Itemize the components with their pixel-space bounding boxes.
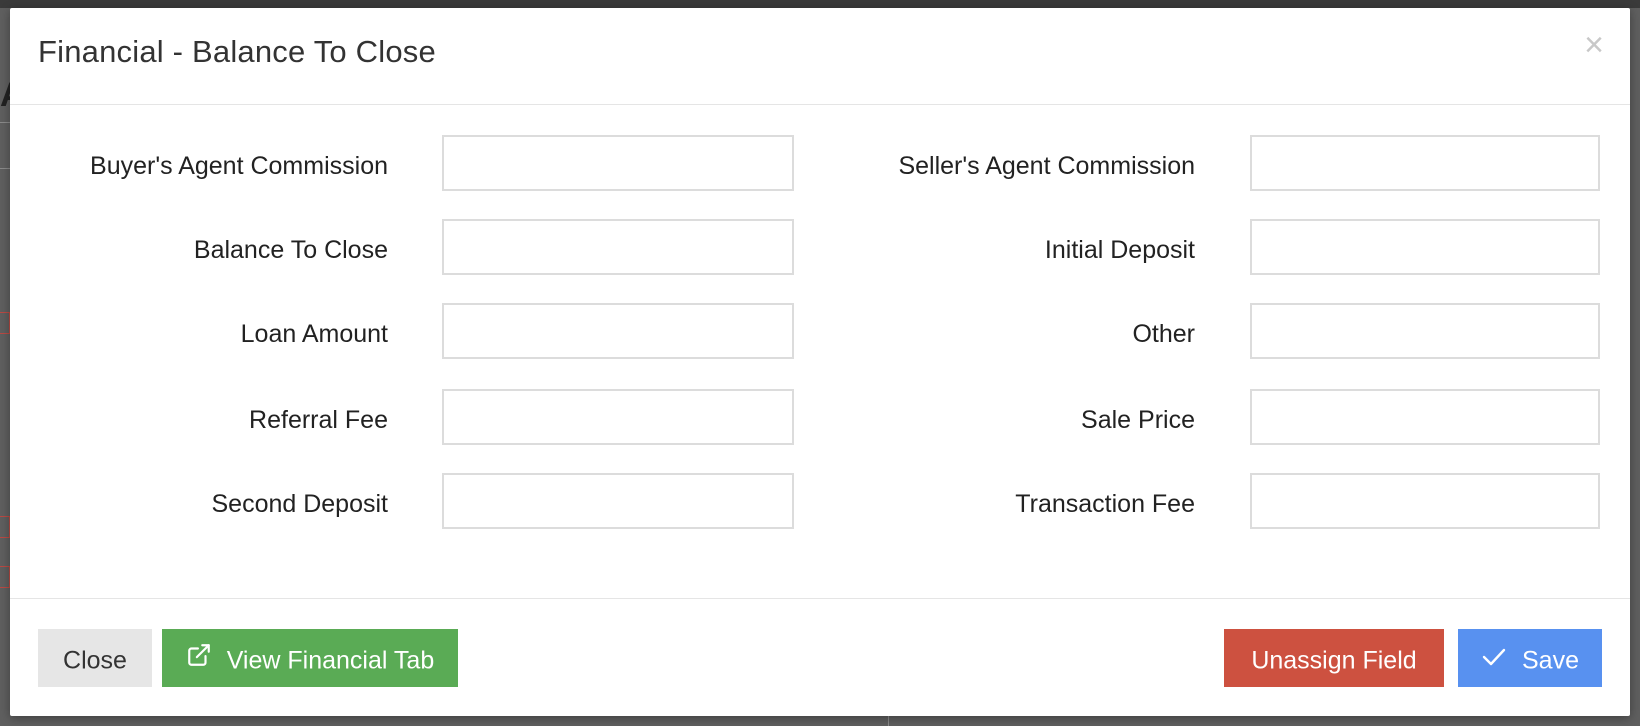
- field-transaction-fee: Transaction Fee: [818, 473, 1600, 535]
- modal-footer: Close View Financial Tab Unassign Field …: [10, 598, 1630, 717]
- field-sale-price: Sale Price: [818, 389, 1600, 451]
- unassign-field-button[interactable]: Unassign Field: [1224, 629, 1444, 687]
- field-label: Seller's Agent Commission: [898, 152, 1195, 180]
- save-button-label: Save: [1521, 646, 1579, 675]
- field-buyers-agent-commission: Buyer's Agent Commission: [10, 135, 794, 197]
- field-label: Initial Deposit: [1044, 236, 1195, 264]
- second-deposit-input[interactable]: [442, 473, 794, 529]
- close-button-label: Close: [63, 646, 127, 675]
- field-label: Second Deposit: [211, 490, 388, 518]
- view-financial-tab-label: View Financial Tab: [226, 646, 435, 675]
- background-top-bar: [0, 0, 1640, 8]
- field-balance-to-close: Balance To Close: [10, 219, 794, 281]
- field-label: Other: [1132, 320, 1195, 348]
- field-label: Buyer's Agent Commission: [90, 152, 388, 180]
- financial-modal: Financial - Balance To Close × Buyer's A…: [10, 8, 1630, 716]
- transaction-fee-input[interactable]: [1250, 473, 1600, 529]
- field-loan-amount: Loan Amount: [10, 303, 794, 365]
- background-field-marker: [0, 312, 10, 334]
- field-label: Transaction Fee: [1015, 490, 1195, 518]
- background-divider: [0, 168, 10, 169]
- balance-to-close-input[interactable]: [442, 219, 794, 275]
- save-button[interactable]: Save: [1458, 629, 1602, 687]
- close-button[interactable]: Close: [38, 629, 152, 687]
- background-divider: [888, 716, 889, 726]
- background-field-marker: [0, 516, 10, 538]
- modal-header: Financial - Balance To Close ×: [10, 8, 1630, 105]
- sellers-agent-commission-input[interactable]: [1250, 135, 1600, 191]
- field-label: Referral Fee: [249, 406, 388, 434]
- field-sellers-agent-commission: Seller's Agent Commission: [818, 135, 1600, 197]
- modal-title: Financial - Balance To Close: [38, 34, 436, 69]
- field-second-deposit: Second Deposit: [10, 473, 794, 535]
- buyers-agent-commission-input[interactable]: [442, 135, 794, 191]
- loan-amount-input[interactable]: [442, 303, 794, 359]
- field-initial-deposit: Initial Deposit: [818, 219, 1600, 281]
- field-label: Loan Amount: [240, 320, 388, 348]
- external-link-icon: [186, 631, 212, 689]
- other-input[interactable]: [1250, 303, 1600, 359]
- background-divider: [0, 122, 10, 123]
- sale-price-input[interactable]: [1250, 389, 1600, 445]
- referral-fee-input[interactable]: [442, 389, 794, 445]
- unassign-field-label: Unassign Field: [1251, 646, 1417, 675]
- close-icon[interactable]: ×: [1584, 28, 1604, 62]
- field-label: Sale Price: [1081, 406, 1195, 434]
- modal-body: Buyer's Agent Commission Balance To Clos…: [10, 105, 1630, 595]
- field-label: Balance To Close: [193, 236, 388, 264]
- check-icon: [1481, 631, 1507, 689]
- background-field-marker: [0, 566, 10, 588]
- field-other: Other: [818, 303, 1600, 365]
- initial-deposit-input[interactable]: [1250, 219, 1600, 275]
- field-referral-fee: Referral Fee: [10, 389, 794, 451]
- view-financial-tab-button[interactable]: View Financial Tab: [162, 629, 458, 687]
